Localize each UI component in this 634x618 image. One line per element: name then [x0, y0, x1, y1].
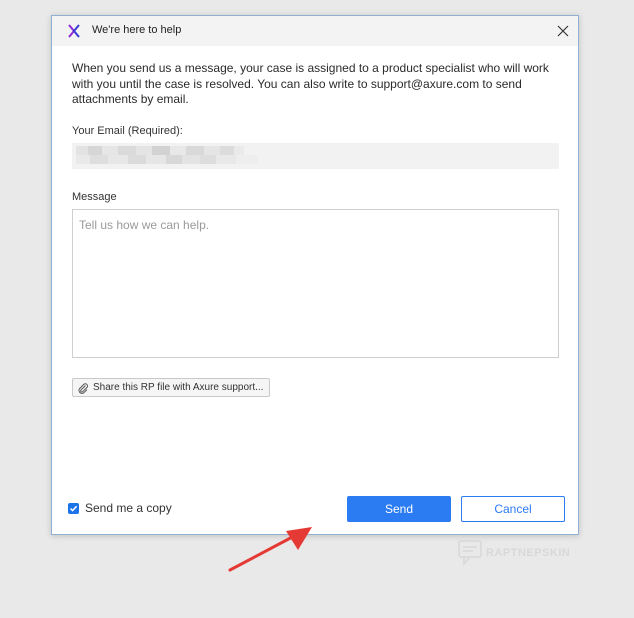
send-copy-checkbox[interactable]: [68, 502, 79, 514]
watermark: RAPTNEPSKIN: [458, 540, 570, 566]
watermark-text: RAPTNEPSKIN: [486, 547, 571, 559]
message-textarea[interactable]: Tell us how we can help.: [72, 209, 559, 358]
support-dialog: We're here to help When you send us a me…: [51, 15, 579, 535]
message-label: Message: [72, 191, 117, 203]
annotation-arrow-icon: [228, 527, 312, 572]
email-field[interactable]: [72, 143, 559, 169]
send-button[interactable]: Send: [347, 496, 451, 522]
send-copy-row[interactable]: Send me a copy: [68, 501, 172, 515]
message-placeholder: Tell us how we can help.: [79, 218, 210, 232]
dialog-title: We're here to help: [92, 24, 182, 36]
send-copy-label: Send me a copy: [85, 501, 172, 515]
share-button-label: Share this RP file with Axure support...: [93, 382, 264, 393]
email-label: Your Email (Required):: [72, 125, 183, 137]
axure-logo-icon: [68, 24, 80, 38]
cancel-button[interactable]: Cancel: [461, 496, 565, 522]
watermark-logo-icon: [458, 540, 482, 566]
title-bar: We're here to help: [52, 16, 578, 46]
share-rp-file-button[interactable]: Share this RP file with Axure support...: [72, 378, 271, 397]
paperclip-icon: [78, 382, 88, 394]
checkmark-icon: [69, 505, 78, 512]
close-icon[interactable]: [554, 22, 572, 40]
intro-text: When you send us a message, your case is…: [72, 61, 549, 106]
